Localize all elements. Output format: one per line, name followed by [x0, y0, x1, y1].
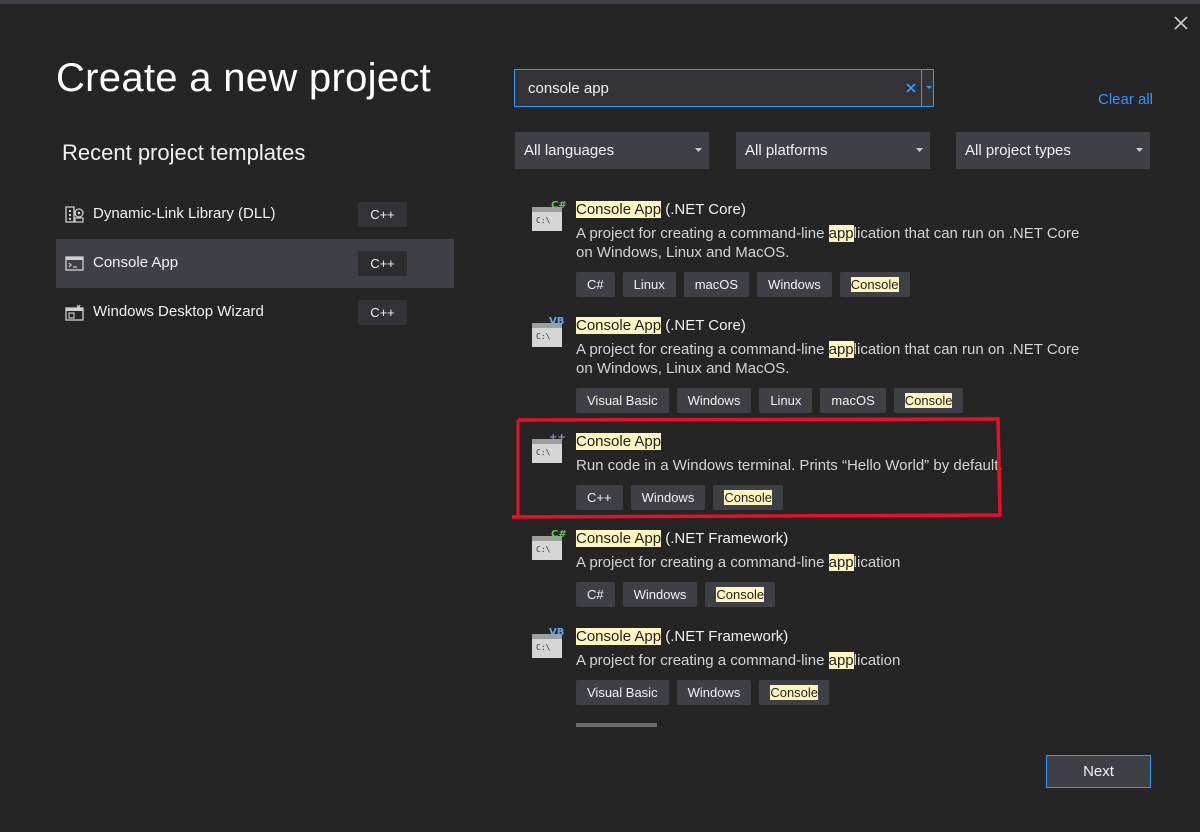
template-name: Console App (.NET Core) — [576, 317, 746, 334]
console-vb-icon: C:\ VB — [532, 627, 564, 658]
tag: Windows — [676, 680, 752, 705]
badge-text: VB — [549, 627, 564, 638]
close-icon — [1174, 16, 1188, 30]
tag: Linux — [622, 272, 676, 297]
template-name: Console App (.NET Core) — [576, 201, 746, 218]
template-name: Console App (.NET Framework) — [576, 628, 789, 645]
recent-templates-list: Dynamic-Link Library (DLL) C++ Console A… — [56, 190, 454, 337]
project-type-filter-value: All project types — [965, 142, 1071, 159]
badge-text: C# — [551, 529, 566, 540]
search-input[interactable] — [523, 70, 908, 106]
dropdown-icon[interactable] — [921, 70, 935, 106]
svg-text:C:\: C:\ — [536, 448, 551, 457]
next-result-peek — [576, 723, 657, 727]
template-description: A project for creating a command-line ap… — [576, 225, 1080, 261]
svg-text:C:\: C:\ — [536, 545, 551, 554]
tag: Windows — [622, 582, 698, 607]
project-type-filter[interactable]: All project types — [956, 132, 1150, 169]
badge-text: ++ — [549, 432, 566, 443]
tag: Windows — [757, 272, 832, 297]
search-box — [514, 69, 934, 107]
language-badge: C++ — [358, 251, 407, 276]
tag: C# — [576, 582, 615, 607]
template-item-console-app-cpp[interactable]: C:\ ++ Console App Run code in a Windows… — [514, 422, 1154, 512]
recent-item-windows-desktop-wizard[interactable]: Windows Desktop Wizard C++ — [56, 288, 454, 337]
tag: Console — [713, 485, 784, 510]
template-name: Console App (.NET Framework) — [576, 530, 789, 547]
tag: Console — [759, 680, 830, 705]
tag: Linux — [759, 388, 813, 413]
console-app-icon — [65, 256, 84, 271]
svg-text:C:\: C:\ — [536, 332, 551, 341]
console-csharp-icon: C:\ C# — [532, 200, 566, 231]
close-button[interactable] — [1168, 10, 1194, 36]
tag: Windows — [676, 388, 752, 413]
clear-all-link[interactable]: Clear all — [1098, 91, 1153, 108]
tag: C++ — [576, 485, 623, 510]
template-results-list: C:\ C# Console App (.NET Core) A project… — [514, 190, 1154, 727]
template-item-console-app-net-core-csharp[interactable]: C:\ C# Console App (.NET Core) A project… — [514, 190, 1154, 300]
tag: Console — [839, 272, 910, 297]
template-tags: C++ Windows Console — [576, 485, 784, 510]
tag: Windows — [630, 485, 706, 510]
language-filter-value: All languages — [524, 142, 615, 159]
template-description: A project for creating a command-line ap… — [576, 652, 901, 669]
recent-templates-heading: Recent project templates — [62, 140, 306, 165]
badge-text: C# — [551, 200, 566, 211]
console-cpp-icon: C:\ ++ — [532, 432, 566, 463]
tag: Console — [705, 582, 776, 607]
tag: macOS — [683, 272, 750, 297]
language-badge: C++ — [358, 202, 407, 227]
title-bar — [0, 0, 1200, 4]
template-tags: Visual Basic Windows Linux macOS Console — [576, 388, 964, 413]
next-button[interactable]: Next — [1046, 755, 1151, 788]
page-title: Create a new project — [56, 56, 432, 100]
recent-item-label: Windows Desktop Wizard — [93, 303, 264, 320]
platform-filter[interactable]: All platforms — [736, 132, 930, 169]
windows-desktop-icon — [65, 304, 84, 321]
tag: macOS — [820, 388, 886, 413]
template-description: Run code in a Windows terminal. Prints “… — [576, 457, 1003, 474]
chevron-down-icon — [916, 148, 923, 152]
platform-filter-value: All platforms — [745, 142, 828, 159]
template-name: Console App — [576, 433, 662, 450]
template-description: A project for creating a command-line ap… — [576, 341, 1080, 377]
console-vb-icon: C:\ VB — [532, 316, 564, 347]
template-item-console-app-net-core-vb[interactable]: C:\ VB Console App (.NET Core) A project… — [514, 306, 1154, 416]
tag: Visual Basic — [576, 680, 669, 705]
recent-item-label: Dynamic-Link Library (DLL) — [93, 205, 276, 222]
template-tags: C# Windows Console — [576, 582, 776, 607]
console-csharp-icon: C:\ C# — [532, 529, 566, 560]
language-filter[interactable]: All languages — [515, 132, 709, 169]
chevron-down-icon — [1136, 148, 1143, 152]
svg-text:C:\: C:\ — [536, 643, 551, 652]
recent-item-console-app[interactable]: Console App C++ — [56, 239, 454, 288]
dll-icon — [65, 206, 84, 223]
template-item-console-app-net-framework-csharp[interactable]: C:\ C# Console App (.NET Framework) A pr… — [514, 519, 1154, 611]
recent-item-dll[interactable]: Dynamic-Link Library (DLL) C++ — [56, 190, 454, 239]
language-badge: C++ — [358, 300, 407, 325]
template-description: A project for creating a command-line ap… — [576, 554, 901, 571]
svg-text:C:\: C:\ — [536, 216, 551, 225]
recent-item-label: Console App — [93, 254, 179, 271]
tag: C# — [576, 272, 615, 297]
clear-icon[interactable] — [903, 79, 919, 97]
template-tags: Visual Basic Windows Console — [576, 680, 830, 705]
tag: Visual Basic — [576, 388, 669, 413]
chevron-down-icon — [695, 148, 702, 152]
template-tags: C# Linux macOS Windows Console — [576, 272, 910, 297]
tag: Console — [893, 388, 964, 413]
template-item-console-app-net-framework-vb[interactable]: C:\ VB Console App (.NET Framework) A pr… — [514, 617, 1154, 709]
badge-text: VB — [549, 316, 564, 327]
